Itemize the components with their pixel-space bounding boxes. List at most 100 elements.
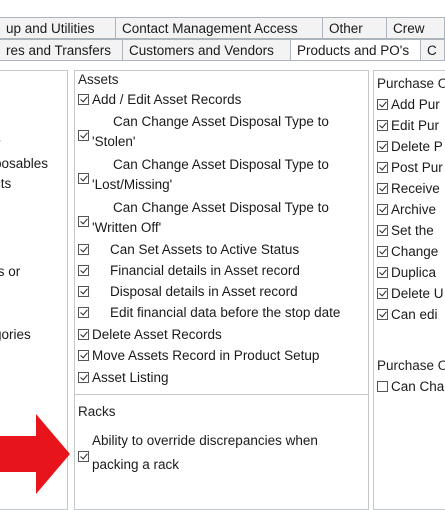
- permission-label: Delete P: [391, 139, 443, 154]
- left-item-text: cts: [0, 176, 12, 191]
- asset-permission-row[interactable]: Can Set Assets to Active Status: [78, 240, 299, 260]
- checkbox[interactable]: [78, 173, 89, 184]
- racks-section-title: Racks: [78, 404, 116, 419]
- checkbox[interactable]: [78, 451, 89, 462]
- checkbox[interactable]: [78, 372, 89, 383]
- checkbox[interactable]: [78, 286, 89, 297]
- checkbox[interactable]: [377, 246, 388, 257]
- permission-label: Asset Listing: [92, 370, 169, 385]
- rack-permission-row-cont[interactable]: packing a rack: [78, 451, 179, 475]
- permission-label: Add Pur: [391, 97, 440, 112]
- red-arrow-annotation-icon: [0, 414, 70, 494]
- tab-customers-and-vendors[interactable]: Customers and Vendors: [123, 39, 291, 61]
- tab-crew[interactable]: Crew: [387, 17, 445, 39]
- checkbox[interactable]: [78, 216, 89, 227]
- asset-permission-row[interactable]: Can Change Asset Disposal Type to: [78, 198, 329, 218]
- tab-divider: [0, 60, 445, 61]
- tab-row-2: res and Transfers Customers and Vendors …: [0, 39, 445, 61]
- permission-label: Delete U: [391, 286, 444, 301]
- po-permission-row[interactable]: Change: [377, 242, 438, 262]
- permission-label: Post Pur: [391, 160, 443, 175]
- permission-label: Edit Pur: [391, 118, 440, 133]
- permission-label: 'Written Off': [92, 220, 162, 235]
- asset-permission-row[interactable]: Move Assets Record in Product Setup: [78, 346, 319, 366]
- checkbox[interactable]: [78, 244, 89, 255]
- checkbox[interactable]: [377, 204, 388, 215]
- asset-permission-row[interactable]: Edit financial data before the stop date: [78, 303, 340, 323]
- permission-label: Delete Asset Records: [92, 327, 222, 342]
- asset-permission-row[interactable]: Disposal details in Asset record: [78, 282, 298, 302]
- checkbox[interactable]: [78, 265, 89, 276]
- permission-label: Change: [391, 244, 439, 259]
- po-permission-row[interactable]: Delete P: [377, 137, 443, 157]
- permission-label: Move Assets Record in Product Setup: [92, 348, 320, 363]
- left-item-text: s: [0, 131, 1, 146]
- permission-label: Ability to override discrepancies when: [92, 433, 318, 448]
- checkbox[interactable]: [377, 288, 388, 299]
- checkbox[interactable]: [78, 329, 89, 340]
- permission-label: Can Change Asset Disposal Type to: [113, 157, 329, 172]
- permission-label: Can Change Asset Disposal Type to: [113, 114, 329, 129]
- permission-label: Can Set Assets to Active Status: [110, 242, 300, 257]
- po-permission-row[interactable]: Add Pur: [377, 95, 440, 115]
- permission-label: 'Lost/Missing': [92, 177, 173, 192]
- po-permission-row[interactable]: Set the: [377, 221, 434, 241]
- left-item-text: posables: [0, 156, 49, 171]
- assets-panel: Assets Add / Edit Asset Records Can Chan…: [74, 70, 369, 510]
- assets-section-title: Assets: [78, 72, 119, 87]
- permission-label: Disposal details in Asset record: [110, 284, 298, 299]
- po-permission-row[interactable]: Archive: [377, 200, 436, 220]
- tab-other[interactable]: Other: [323, 17, 387, 39]
- permission-label: Archive: [391, 202, 437, 217]
- asset-permission-row[interactable]: Asset Listing: [78, 368, 169, 388]
- asset-permission-row-cont[interactable]: 'Lost/Missing': [78, 173, 172, 195]
- po-permission-row[interactable]: Receive: [377, 179, 440, 199]
- tab-setup-and-utilities[interactable]: up and Utilities: [0, 17, 116, 39]
- purchase-orders-2-section-title: Purchase O: [377, 358, 445, 373]
- po-permission-row[interactable]: Post Pur: [377, 158, 443, 178]
- left-item-text: ts or: [0, 264, 21, 279]
- po-permission-row[interactable]: Can edi: [377, 305, 438, 325]
- permission-label: Receive: [391, 181, 440, 196]
- checkbox[interactable]: [377, 225, 388, 236]
- checkbox[interactable]: [377, 162, 388, 173]
- asset-permission-row-cont[interactable]: 'Written Off': [78, 216, 161, 238]
- permission-label: Can edi: [391, 307, 438, 322]
- asset-permission-row[interactable]: Add / Edit Asset Records: [78, 90, 241, 110]
- asset-permission-row-cont[interactable]: 'Stolen': [78, 130, 135, 152]
- permission-label: Set the: [391, 223, 434, 238]
- permission-label: Duplica: [391, 265, 437, 280]
- tab-row-1: up and Utilities Contact Management Acce…: [0, 17, 445, 39]
- permission-label: 'Stolen': [92, 134, 136, 149]
- checkbox[interactable]: [377, 141, 388, 152]
- left-item-text: gories: [0, 327, 31, 342]
- checkbox[interactable]: [78, 94, 89, 105]
- permission-label: Can Cha: [391, 379, 445, 394]
- tab-products-and-pos[interactable]: Products and PO's: [291, 39, 421, 61]
- rack-permission-row[interactable]: Ability to override discrepancies when: [78, 431, 318, 451]
- permission-label: Can Change Asset Disposal Type to: [113, 200, 329, 215]
- asset-permission-row[interactable]: Delete Asset Records: [78, 325, 222, 345]
- tab-contact-management-access[interactable]: Contact Management Access: [116, 17, 323, 39]
- checkbox[interactable]: [78, 130, 89, 141]
- checkbox[interactable]: [377, 309, 388, 320]
- checkbox[interactable]: [377, 120, 388, 131]
- po-permission-row[interactable]: Edit Pur: [377, 116, 439, 136]
- checkbox[interactable]: [78, 307, 89, 318]
- checkbox[interactable]: [377, 267, 388, 278]
- purchase-orders-panel: Purchase O Add Pur Edit Pur Delete P Pos…: [373, 70, 445, 510]
- checkbox[interactable]: [78, 350, 89, 361]
- tab-c[interactable]: C: [421, 39, 445, 61]
- asset-permission-row[interactable]: Can Change Asset Disposal Type to: [78, 155, 329, 175]
- checkbox[interactable]: [377, 183, 388, 194]
- permission-label: Financial details in Asset record: [110, 263, 300, 278]
- checkbox[interactable]: [377, 381, 388, 392]
- po-permission-row[interactable]: Duplica: [377, 263, 436, 283]
- tab-stores-and-transfers[interactable]: res and Transfers: [0, 39, 123, 61]
- asset-permission-row[interactable]: Financial details in Asset record: [78, 261, 300, 281]
- checkbox[interactable]: [377, 99, 388, 110]
- tab-content: s posables cts ts or gories Assets Add /…: [0, 62, 445, 510]
- po-permission-row[interactable]: Delete U: [377, 284, 444, 304]
- po2-permission-row[interactable]: Can Cha: [377, 377, 444, 397]
- asset-permission-row[interactable]: Can Change Asset Disposal Type to: [78, 112, 329, 132]
